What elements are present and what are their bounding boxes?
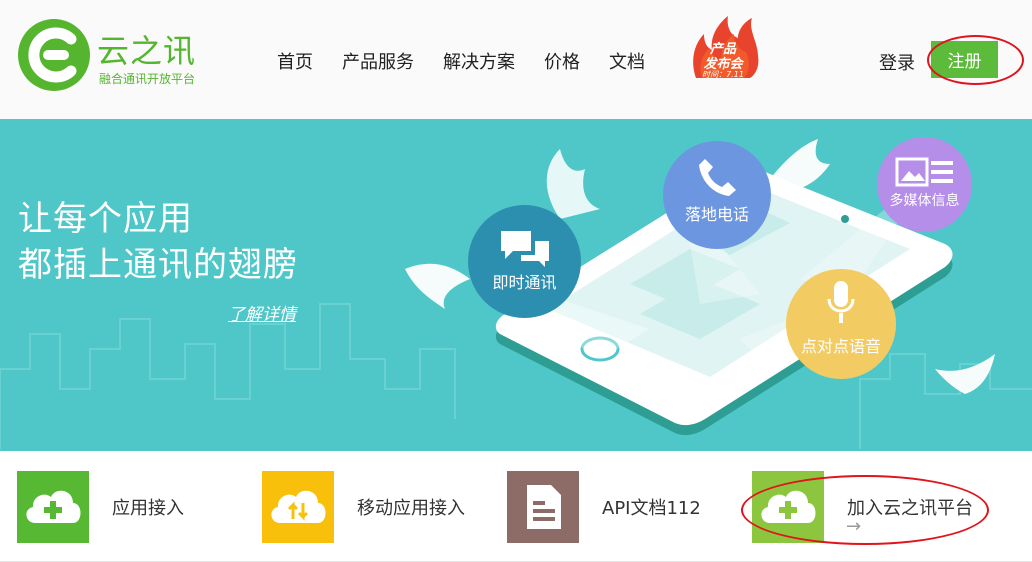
login-link[interactable]: 登录 [879, 49, 915, 75]
feature-tile-mobile-app-access [262, 471, 334, 543]
document-icon [527, 485, 561, 529]
hero-headline: 让每个应用 都插上通讯的翅膀 [18, 196, 298, 288]
launch-badge-date: 时间：7.11 [702, 70, 744, 79]
product-launch-badge[interactable]: 产品 发布会 时间：7.11 [688, 6, 764, 82]
feature-tile-join-platform [752, 471, 824, 543]
instant-messaging-bubble[interactable]: 即时通讯 [468, 205, 581, 318]
main-nav: 首页 产品服务 解决方案 价格 文档 [277, 48, 674, 74]
p2p-voice-label: 点对点语音 [800, 337, 881, 356]
feature-api-docs[interactable]: API文档112 [507, 471, 701, 543]
feature-tile-app-access [17, 471, 89, 543]
phone-icon [699, 159, 736, 196]
chat-icon [501, 231, 549, 267]
cloud-plus-icon [761, 490, 816, 523]
nav-item-home[interactable]: 首页 [277, 48, 313, 74]
site-header: 云之讯 融合通讯开放平台 首页 产品服务 解决方案 价格 文档 产品 发布会 时… [0, 0, 1032, 119]
feature-tile-api-docs [507, 471, 579, 543]
nav-item-products[interactable]: 产品服务 [342, 48, 414, 74]
cloud-sync-icon [271, 490, 326, 523]
hero-headline-line1: 让每个应用 [18, 199, 193, 239]
hero-headline-line2: 都插上通讯的翅膀 [18, 245, 298, 285]
register-button[interactable]: 注册 [931, 41, 998, 78]
instant-messaging-label: 即时通讯 [492, 273, 557, 292]
feature-api-docs-label: API文档112 [602, 498, 701, 519]
landline-call-bubble[interactable]: 落地电话 [663, 141, 771, 249]
cloud-plus-icon [26, 490, 81, 523]
microphone-icon [827, 281, 855, 323]
feature-mobile-app-access-label: 移动应用接入 [357, 498, 465, 519]
landline-call-label: 落地电话 [684, 205, 749, 224]
hero-banner: 让每个应用 都插上通讯的翅膀 了解详情 即时通讯 落地电话 多媒体信息 点对点语… [0, 119, 1032, 451]
feature-app-access[interactable]: 应用接入 [17, 471, 184, 543]
feature-app-access-label: 应用接入 [112, 498, 184, 519]
brand-name[interactable]: 云之讯 [97, 26, 196, 72]
multimedia-message-label: 多媒体信息 [889, 193, 960, 209]
nav-item-docs[interactable]: 文档 [609, 48, 645, 74]
multimedia-message-bubble[interactable]: 多媒体信息 [877, 137, 972, 232]
learn-more-link[interactable]: 了解详情 [228, 300, 296, 325]
brand-logo-icon[interactable] [16, 17, 92, 93]
feature-mobile-app-access[interactable]: 移动应用接入 [262, 471, 465, 543]
page: 云之讯 融合通讯开放平台 首页 产品服务 解决方案 价格 文档 产品 发布会 时… [0, 0, 1032, 562]
feature-row: 应用接入 移动应用接入 API文档112 加入云之讯平台 → [0, 451, 1032, 562]
nav-item-solutions[interactable]: 解决方案 [443, 48, 515, 74]
feature-join-platform-label: 加入云之讯平台 [847, 498, 973, 519]
p2p-voice-bubble[interactable]: 点对点语音 [786, 269, 896, 379]
join-platform-arrow[interactable]: → [846, 516, 861, 537]
feature-join-platform[interactable]: 加入云之讯平台 [752, 471, 973, 543]
brand-tagline: 融合通讯开放平台 [99, 72, 196, 86]
media-icon [895, 157, 953, 187]
nav-item-pricing[interactable]: 价格 [544, 48, 580, 74]
